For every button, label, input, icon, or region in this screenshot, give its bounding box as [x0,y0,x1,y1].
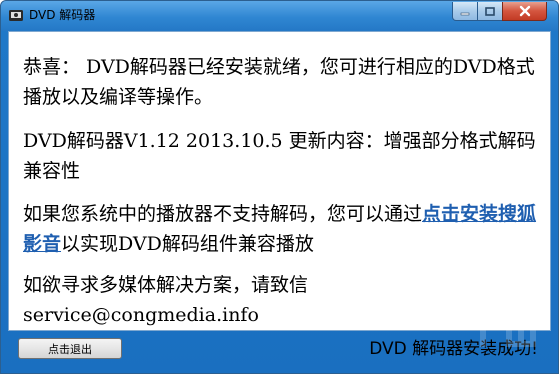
dvd-app-icon [8,7,24,23]
maximize-icon [485,2,495,21]
message-panel: 恭喜： DVD解码器已经安装就绪，您可进行相应的DVD格式播放以及编译等操作。 … [8,31,551,331]
installer-window: DVD 解码器 恭喜： DVD解码器已经安装就绪，您可进行相应的DVD格式播放以… [0,0,559,374]
contact-email: service@congmedia.info [23,304,259,326]
update-notes-text: DVD解码器V1.12 2013.10.5 更新内容：增强部分格式解码兼容性 [23,130,536,182]
install-hint-text: 如果您系统中的播放器不支持解码，您可以通过点击安装搜狐影音以实现DVD解码组件兼… [23,199,543,259]
install-hint-before: 如果您系统中的播放器不支持解码，您可以通过 [23,203,423,225]
maximize-button[interactable] [477,2,503,21]
minimize-icon [460,2,470,21]
title-bar[interactable]: DVD 解码器 [1,1,558,31]
watermark-logo [464,297,554,357]
exit-button[interactable]: 点击退出 [18,338,122,359]
close-button[interactable] [502,2,547,21]
minimize-button[interactable] [452,2,478,21]
close-icon [519,2,531,21]
contact-line: 如欲寻求多媒体解决方案，请致信 [23,274,309,296]
install-hint-after: 以实现DVD解码组件兼容播放 [61,233,314,255]
window-title: DVD 解码器 [29,8,96,22]
congrats-text: 恭喜： DVD解码器已经安装就绪，您可进行相应的DVD格式播放以及编译等操作。 [23,56,535,108]
